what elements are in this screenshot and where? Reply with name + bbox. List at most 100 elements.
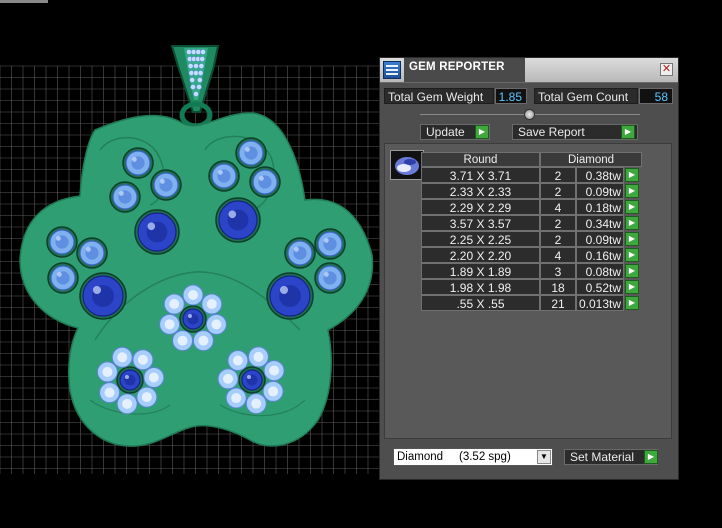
update-go-icon[interactable]: ▶ [475, 125, 489, 139]
pave-diamond [99, 382, 121, 404]
total-gem-count-value: 58 [639, 88, 673, 104]
corner-tab[interactable] [0, 0, 48, 3]
row-go-icon[interactable]: ▶ [625, 232, 639, 246]
bail-gem [199, 56, 206, 62]
large-sapphire-gem [116, 366, 144, 394]
round-gem [47, 262, 79, 294]
large-sapphire-gem [238, 366, 266, 394]
gem-size-cell: 1.98 X 1.98 [421, 279, 540, 295]
gem-size-cell: .55 X .55 [421, 295, 540, 311]
gem-count-cell: 21 [540, 295, 576, 311]
gem-count-cell: 4 [540, 199, 576, 215]
gem-weight-cell: 0.52tw [576, 279, 624, 295]
gem-size-cell: 2.25 X 2.25 [421, 231, 540, 247]
close-icon[interactable]: ✕ [660, 63, 673, 76]
bail-gem [198, 63, 205, 69]
round-gem [314, 228, 346, 260]
row-go-icon[interactable]: ▶ [625, 296, 639, 310]
pave-diamond [136, 386, 158, 408]
material-dropdown[interactable]: Diamond (3.52 spg) ▼ [393, 448, 553, 466]
row-go-icon[interactable]: ▶ [625, 216, 639, 230]
row-go-icon[interactable]: ▶ [625, 248, 639, 262]
column-header-shape: Round [421, 152, 540, 167]
pave-diamond [192, 330, 214, 352]
pave-diamond [163, 293, 185, 315]
gem-weight-cell: 0.16tw [576, 247, 624, 263]
pave-diamond [111, 346, 133, 368]
pave-diamond [96, 361, 118, 383]
round-gem [122, 147, 154, 179]
chevron-down-icon[interactable]: ▼ [537, 450, 551, 464]
large-sapphire-gem [79, 272, 127, 320]
pave-diamond [205, 313, 227, 335]
set-material-go-icon[interactable]: ▶ [644, 450, 658, 464]
column-header-material: Diamond [540, 152, 642, 167]
gem-size-cell: 1.89 X 1.89 [421, 263, 540, 279]
gem-count-cell: 2 [540, 231, 576, 247]
gem-weight-cell: 0.18tw [576, 199, 624, 215]
save-report-label: Save Report [518, 125, 585, 139]
title-bar[interactable]: GEM REPORTER ✕ [380, 58, 678, 83]
large-sapphire-gem [215, 197, 261, 243]
row-go-icon[interactable]: ▶ [625, 184, 639, 198]
total-gem-weight-value: 1.85 [495, 88, 527, 104]
bail-gem [200, 49, 206, 55]
gem-size-cell: 3.57 X 3.57 [421, 215, 540, 231]
row-go-icon[interactable]: ▶ [625, 264, 639, 278]
large-sapphire-gem [266, 272, 314, 320]
pave-diamond [132, 349, 154, 371]
round-gem [46, 226, 78, 258]
round-gem [249, 166, 281, 198]
row-go-icon[interactable]: ▶ [625, 280, 639, 294]
bail-gem [196, 84, 202, 90]
pave-diamond [116, 393, 138, 415]
gem-weight-cell: 0.38tw [576, 167, 624, 183]
round-gem [208, 160, 240, 192]
pave-diamond [245, 393, 267, 415]
gem-count-cell: 3 [540, 263, 576, 279]
save-report-go-icon[interactable]: ▶ [621, 125, 635, 139]
paw-pendant-model[interactable] [19, 45, 374, 447]
gem-size-cell: 2.33 X 2.33 [421, 183, 540, 199]
pave-diamond [227, 350, 249, 372]
gem-count-cell: 4 [540, 247, 576, 263]
gem-reporter-app-icon [383, 61, 401, 79]
panel-title: GEM REPORTER [409, 61, 505, 73]
round-gem [314, 262, 346, 294]
bail-gem [193, 63, 199, 69]
pave-diamond [159, 313, 181, 335]
pave-diamond [217, 368, 239, 390]
row-go-icon[interactable]: ▶ [625, 168, 639, 182]
save-report-button[interactable]: Save Report [512, 124, 638, 140]
gem-size-cell: 2.29 X 2.29 [421, 199, 540, 215]
pave-diamond [201, 293, 223, 315]
gem-weight-cell: 0.34tw [576, 215, 624, 231]
total-gem-count-label: Total Gem Count [534, 88, 638, 104]
row-go-icon[interactable]: ▶ [625, 200, 639, 214]
round-gem-icon[interactable] [390, 150, 424, 180]
gem-count-cell: 2 [540, 215, 576, 231]
total-gem-weight-label: Total Gem Weight [384, 88, 494, 104]
gem-weight-cell: 0.08tw [576, 263, 624, 279]
bail-gem [189, 77, 196, 83]
round-gem [150, 169, 182, 201]
set-material-label: Set Material [570, 450, 635, 464]
gem-weight-cell: 0.013tw [576, 295, 624, 311]
round-gem [235, 137, 267, 169]
bail-gem [196, 77, 203, 83]
gem-size-cell: 3.71 X 3.71 [421, 167, 540, 183]
large-sapphire-gem [134, 209, 180, 255]
pave-diamond [172, 330, 194, 352]
slider-handle[interactable] [524, 109, 535, 120]
bail-gem [187, 63, 194, 69]
gem-count-cell: 18 [540, 279, 576, 295]
pave-diamond [182, 284, 204, 306]
gem-table-area: Round Diamond 3.71 X 3.71 2 0.38tw ▶ 2.33 X … [384, 143, 672, 439]
pave-diamond [262, 380, 284, 402]
gem-size-cell: 2.20 X 2.20 [421, 247, 540, 263]
gem-weight-cell: 0.09tw [576, 231, 624, 247]
pave-diamond [225, 387, 247, 409]
material-selected-value: Diamond (3.52 spg) [397, 451, 511, 463]
bail-gem [190, 84, 196, 90]
gem-count-cell: 2 [540, 167, 576, 183]
